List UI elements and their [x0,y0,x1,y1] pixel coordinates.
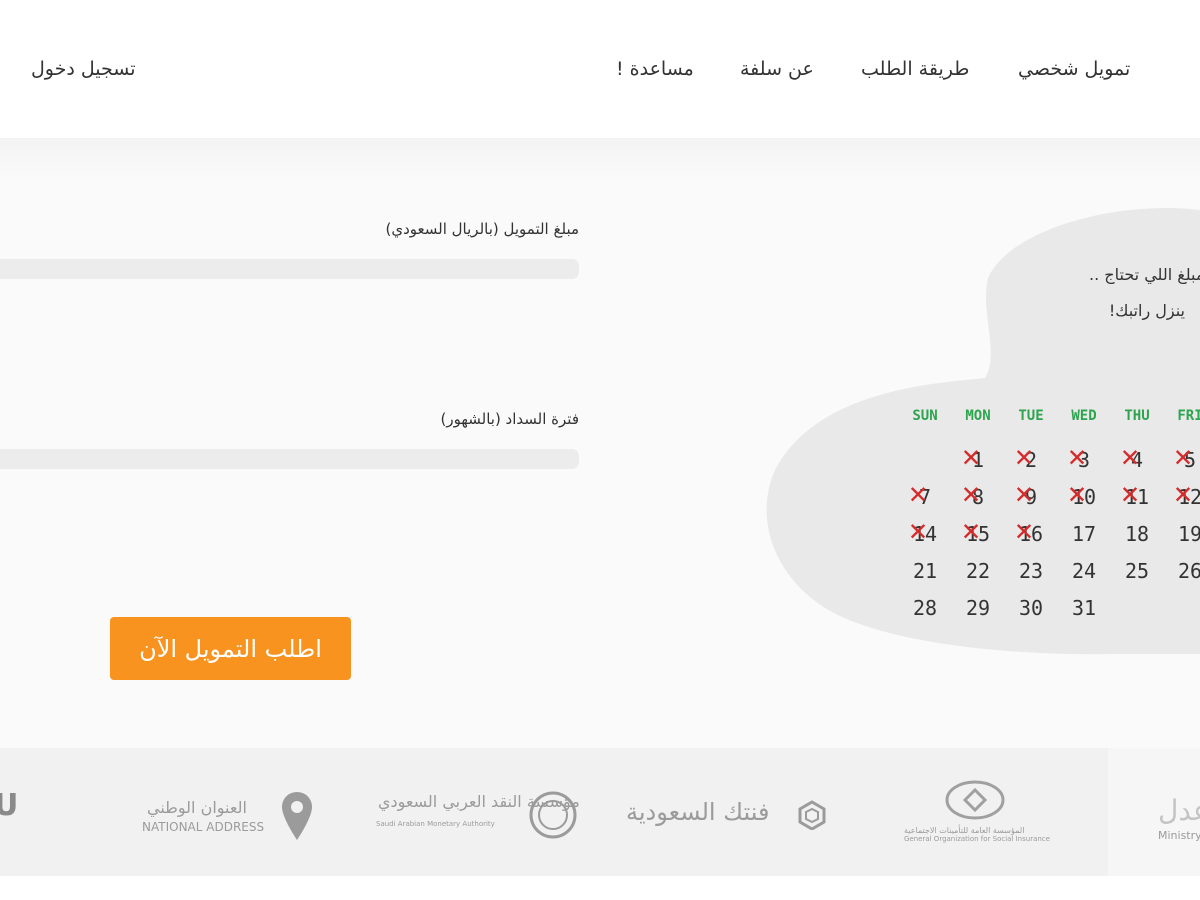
nav-item-personal-finance[interactable]: تمويل شخصي [1018,58,1130,80]
calendar-day: 7 [905,479,945,509]
calendar-day: 5 [1170,442,1200,472]
calendar-day: 24 [1071,559,1097,583]
partners-strip: عدل Ministry المؤسسة العامة للتأمينات ال… [0,748,1200,876]
calendar-day: 21 [912,559,938,583]
calendar-day: 18 [1124,522,1150,546]
sama-logo-text: Saudi Arabian Monetary Authority [376,820,495,828]
calendar-day: 22 [965,559,991,583]
calendar-day: 30 [1018,596,1044,620]
promo-line-1: لمبلغ اللي تحتاج .. [1089,265,1200,284]
gosi-logo-text-en: General Organization for Social Insuranc… [904,835,1050,843]
calendar-day: 19 [1177,522,1200,546]
promo-line-2: ينزل راتبك! [1108,301,1185,320]
calendar-header-fri: FRI [1177,408,1200,424]
calendar-header-wed: WED [1071,408,1097,424]
ministry-logo-text: Ministry [1158,829,1200,842]
national-address-text-ar: العنوان الوطني [147,798,247,817]
calendar-day: 11 [1117,479,1157,509]
calendar-day: 3 [1064,442,1104,472]
period-input[interactable] [0,449,579,469]
calendar-day: 16 [1011,516,1051,546]
calendar-day: 14 [905,516,945,546]
amount-input[interactable] [0,259,579,279]
calendar-day: 8 [958,479,998,509]
nav-item-help[interactable]: مساعدة ! [616,58,694,80]
fintech-hex-icon [798,800,826,830]
gosi-logo-icon [945,780,1005,820]
calendar-day: 26 [1177,559,1200,583]
calendar-header-sun: SUN [912,408,938,424]
calendar-day: 15 [958,516,998,546]
national-address-text-en: NATIONAL ADDRESS [142,820,265,834]
calendar-day: 1 [958,442,998,472]
calendar-header-mon: MON [965,408,991,424]
calendar-day: 29 [965,596,991,620]
calendar-day: 9 [1011,479,1051,509]
sama-seal-icon [529,791,577,839]
calendar-day: 31 [1071,596,1097,620]
period-label: فترة السداد (بالشهور) [440,410,579,428]
calendar-day: 28 [912,596,938,620]
fintech-saudi-logo-text: فنتك السعودية [626,798,770,826]
amount-label: مبلغ التمويل (بالريال السعودي) [385,220,580,238]
login-link[interactable]: تسجيل دخول [31,58,136,80]
calendar-day: 23 [1018,559,1044,583]
calendar-header-thu: THU [1124,408,1150,424]
nav-item-how-to-apply[interactable]: طريقة الطلب [861,58,969,80]
calendar-day: 10 [1064,479,1104,509]
calendar-day: 12 [1170,479,1200,509]
calendar-day: 17 [1071,522,1097,546]
apply-now-button[interactable]: اطلب التمويل الآن [110,617,351,680]
hero-section: لمبلغ اللي تحتاج .. ينزل راتبك! SUN MON … [0,138,1200,748]
header: تسجيل دخول تمويل شخصي طريقة الطلب عن سلف… [0,0,1200,138]
calendar-day: 2 [1011,442,1051,472]
calendar-day: 4 [1117,442,1157,472]
partial-logo: U [0,788,19,823]
location-pin-icon [282,792,312,840]
calendar-header-tue: TUE [1018,408,1044,424]
calendar-day: 25 [1124,559,1150,583]
nav-item-about[interactable]: عن سلفة [740,58,814,80]
ministry-logo-glyph: عدل [1158,794,1200,827]
footer-band [0,876,1200,900]
gosi-logo-text-ar: المؤسسة العامة للتأمينات الاجتماعية [904,826,1025,835]
